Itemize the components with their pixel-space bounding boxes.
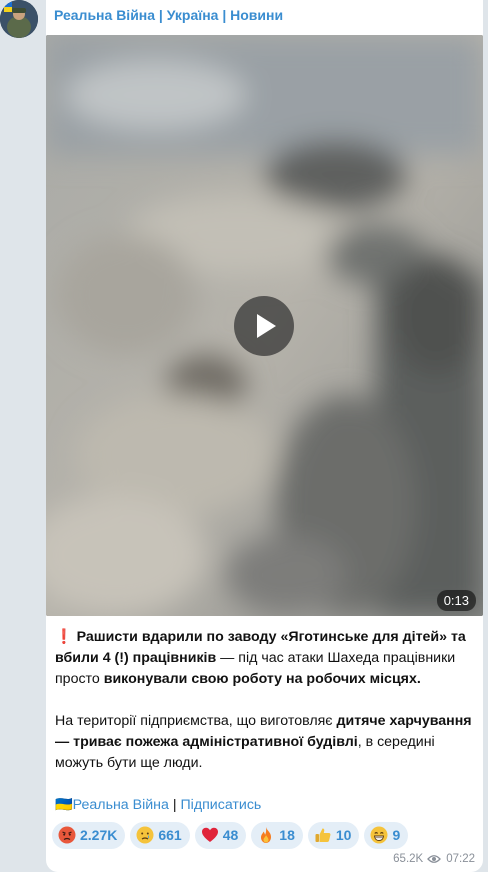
post-paragraph-1: ❗️ Рашисти вдарили по заводу «Яготинське… bbox=[55, 627, 475, 690]
video-player[interactable]: 0:13 bbox=[46, 35, 483, 616]
exclamation-icon: ❗️ bbox=[55, 629, 73, 645]
ukraine-flag-icon: 🇺🇦 bbox=[55, 797, 73, 813]
grinning-face-icon bbox=[370, 826, 388, 844]
post-footer: 🇺🇦Реальна Війна | Підписатись bbox=[55, 795, 475, 816]
reaction-count: 661 bbox=[158, 827, 182, 843]
reaction-count: 10 bbox=[335, 827, 352, 843]
subscribe-link[interactable]: Підписатись bbox=[180, 797, 261, 813]
post-text: ❗️ Рашисти вдарили по заводу «Яготинське… bbox=[55, 627, 475, 816]
reaction-count: 18 bbox=[279, 827, 295, 843]
angry-face-icon bbox=[58, 826, 76, 844]
reaction-crying[interactable]: 661 bbox=[130, 822, 190, 849]
red-heart-icon bbox=[201, 827, 218, 842]
reaction-count: 48 bbox=[222, 827, 239, 843]
channel-avatar[interactable] bbox=[0, 0, 38, 38]
reaction-angry[interactable]: 2.27K bbox=[52, 822, 126, 849]
reaction-thumbs-up[interactable]: 10 bbox=[307, 822, 360, 849]
eye-icon bbox=[427, 855, 442, 863]
fire-icon bbox=[261, 827, 272, 843]
message-bubble: Реальна Війна | Україна | Новини 0:13 ❗️… bbox=[46, 0, 483, 872]
play-button[interactable] bbox=[234, 296, 294, 356]
thumbs-up-icon bbox=[315, 828, 331, 842]
post-paragraph-2: На території підприємства, що виготовляє… bbox=[55, 711, 475, 774]
footer-separator: | bbox=[168, 797, 181, 813]
channel-name[interactable]: Реальна Війна | Україна | Новини bbox=[54, 7, 283, 23]
reaction-count: 9 bbox=[392, 827, 401, 843]
post-bold-2: виконували свою роботу на робочих місцях… bbox=[103, 671, 421, 687]
reaction-count: 2.27K bbox=[80, 827, 118, 843]
avatar-image bbox=[0, 0, 38, 38]
message-time: 07:22 bbox=[446, 853, 475, 865]
crying-face-icon bbox=[136, 826, 154, 844]
reaction-heart[interactable]: 48 bbox=[194, 822, 247, 849]
reaction-grinning[interactable]: 9 bbox=[364, 822, 409, 849]
play-icon bbox=[257, 314, 276, 338]
reactions-bar: 2.27K 661 48 18 10 9 bbox=[52, 822, 413, 850]
message-meta: 65.2K 07:22 bbox=[393, 853, 475, 865]
reaction-fire[interactable]: 18 bbox=[251, 822, 303, 849]
video-duration: 0:13 bbox=[436, 590, 476, 611]
channel-link[interactable]: Реальна Війна bbox=[73, 797, 169, 813]
post-text-2: На території підприємства, що виготовляє bbox=[55, 713, 337, 729]
view-count: 65.2K bbox=[393, 853, 424, 865]
